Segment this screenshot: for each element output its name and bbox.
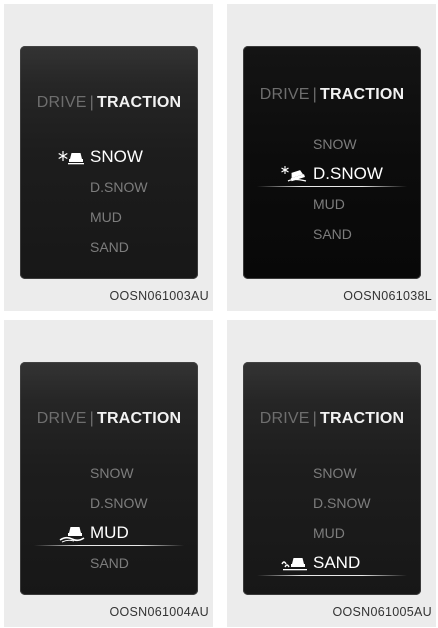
mode-item-dsnow: D.SNOW xyxy=(20,488,198,518)
mode-item-sand: SAND xyxy=(20,232,198,262)
header-drive: DRIVE xyxy=(36,94,87,111)
mode-label: D.SNOW xyxy=(313,164,383,183)
header-separator: | xyxy=(312,86,317,103)
mode-item-sand: SAND xyxy=(20,548,198,578)
mode-item-mud: MUD xyxy=(243,518,421,548)
panel-snow: DRIVE | TRACTION SNOW D.SNOW MUD SAND OO… xyxy=(4,4,213,311)
header-drive: DRIVE xyxy=(36,410,87,427)
mode-item-dsnow: D.SNOW xyxy=(20,172,198,202)
mode-item-dsnow: D.SNOW xyxy=(243,488,421,518)
mode-item-snow: SNOW xyxy=(20,142,198,172)
sand-car-icon xyxy=(279,548,309,578)
mode-item-sand: SAND xyxy=(243,219,421,249)
mode-header: DRIVE | TRACTION xyxy=(243,410,421,428)
figure-caption: OOSN061004AU xyxy=(109,605,209,619)
mode-label: SNOW xyxy=(90,465,134,481)
mode-item-snow: SNOW xyxy=(243,129,421,159)
header-traction: TRACTION xyxy=(320,86,405,103)
cluster-display: DRIVE | TRACTION SNOW D.SNOW MUD SAND xyxy=(20,362,198,595)
mud-car-icon xyxy=(56,518,86,548)
mode-label: D.SNOW xyxy=(313,495,371,511)
cluster-display: DRIVE | TRACTION SNOW D.SNOW MUD SAND xyxy=(243,362,421,595)
mode-label: SAND xyxy=(313,226,352,242)
mode-label: D.SNOW xyxy=(90,495,148,511)
header-traction: TRACTION xyxy=(97,94,182,111)
mode-label: SNOW xyxy=(313,136,357,152)
mode-item-mud: MUD xyxy=(20,202,198,232)
mode-label: SAND xyxy=(313,553,361,572)
mode-label: SAND xyxy=(90,239,129,255)
mode-label: MUD xyxy=(90,209,122,225)
header-separator: | xyxy=(312,410,317,427)
cluster-display: DRIVE | TRACTION SNOW D.SNOW MUD SAND xyxy=(243,46,421,279)
mode-item-snow: SNOW xyxy=(243,458,421,488)
mode-item-dsnow: D.SNOW xyxy=(243,159,421,189)
snowflake-car-icon xyxy=(56,142,86,172)
header-drive: DRIVE xyxy=(259,86,310,103)
panel-sand: DRIVE | TRACTION SNOW D.SNOW MUD SAND OO… xyxy=(227,320,436,627)
mode-label: SAND xyxy=(90,555,129,571)
figure-caption: OOSN061003AU xyxy=(109,289,209,303)
mode-label: MUD xyxy=(313,196,345,212)
mode-header: DRIVE | TRACTION xyxy=(20,94,198,112)
header-traction: TRACTION xyxy=(320,410,405,427)
cluster-display: DRIVE | TRACTION SNOW D.SNOW MUD SAND xyxy=(20,46,198,279)
figure-caption: OOSN061005AU xyxy=(332,605,432,619)
figure-caption: OOSN061038L xyxy=(343,289,432,303)
panel-mud: DRIVE | TRACTION SNOW D.SNOW MUD SAND OOS xyxy=(4,320,213,627)
deep-snow-car-icon xyxy=(279,159,309,189)
header-traction: TRACTION xyxy=(97,410,182,427)
mode-item-sand: SAND xyxy=(243,548,421,578)
mode-item-snow: SNOW xyxy=(20,458,198,488)
mode-label: SNOW xyxy=(313,465,357,481)
mode-label: D.SNOW xyxy=(90,179,148,195)
mode-label: MUD xyxy=(313,525,345,541)
header-separator: | xyxy=(89,94,94,111)
mode-item-mud: MUD xyxy=(20,518,198,548)
mode-label: MUD xyxy=(90,523,129,542)
mode-label: SNOW xyxy=(90,147,143,166)
mode-header: DRIVE | TRACTION xyxy=(243,86,421,104)
mode-header: DRIVE | TRACTION xyxy=(20,410,198,428)
panel-deep-snow: DRIVE | TRACTION SNOW D.SNOW MUD SAND OO… xyxy=(227,4,436,311)
mode-item-mud: MUD xyxy=(243,189,421,219)
header-drive: DRIVE xyxy=(259,410,310,427)
header-separator: | xyxy=(89,410,94,427)
